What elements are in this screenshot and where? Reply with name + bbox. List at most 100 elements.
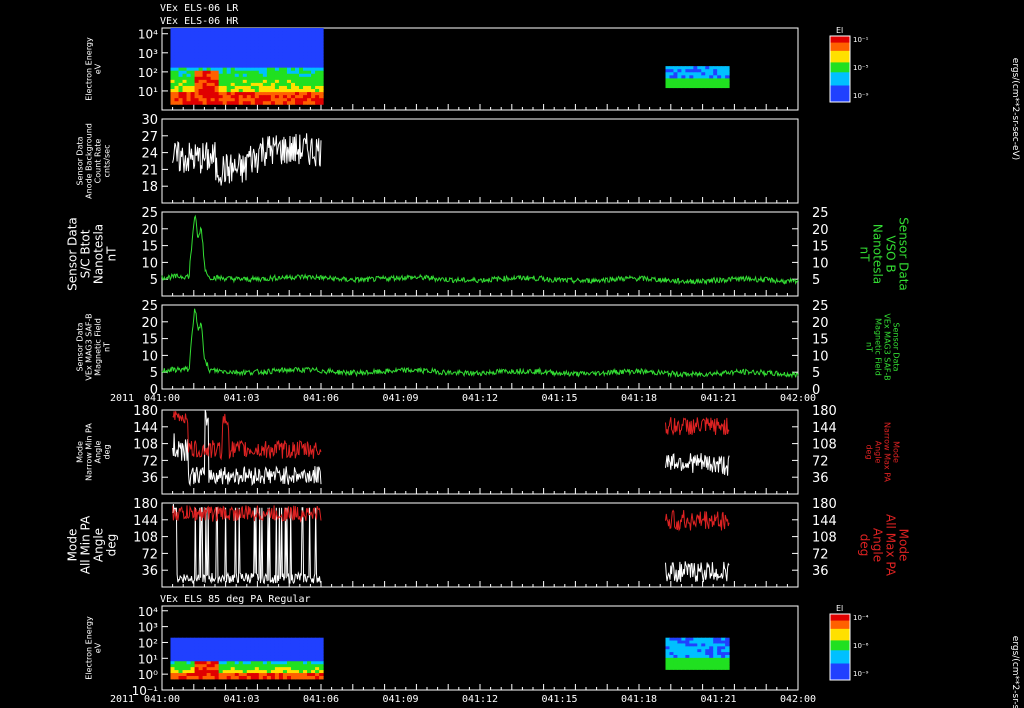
panel1-heat-cell bbox=[234, 43, 240, 47]
panel1-heat-cell bbox=[689, 72, 694, 76]
panel1-heat-cell bbox=[303, 89, 308, 93]
panel7-heat-cell bbox=[721, 666, 726, 670]
panel7-heat-cell bbox=[697, 649, 702, 653]
panel7-heat-cell bbox=[238, 640, 244, 645]
panel1-heat-cell bbox=[286, 43, 292, 47]
panel1-heat-cell bbox=[278, 70, 284, 75]
panel7-heat-cell bbox=[282, 664, 288, 668]
panel7-heat-cell bbox=[174, 670, 180, 674]
panel1-heat-cell bbox=[174, 98, 180, 102]
panel7-heat-cell bbox=[705, 643, 710, 647]
panel1-heat-cell bbox=[174, 49, 180, 53]
panel7-heat-cell bbox=[665, 652, 670, 656]
panel1-heat-cell bbox=[315, 67, 320, 72]
panel7-heat-cell bbox=[717, 652, 722, 656]
panel7-heat-cell bbox=[685, 646, 690, 650]
panel7-heat-cell bbox=[262, 652, 268, 656]
panel7-heat-cell bbox=[311, 640, 316, 645]
panel7-heat-cell bbox=[299, 675, 304, 680]
panel1-heat-cell bbox=[230, 40, 236, 44]
panel1-heat-cell bbox=[226, 61, 232, 66]
panel7-heat-cell bbox=[254, 658, 260, 662]
panel7-heat-cell bbox=[182, 640, 188, 645]
panel1-heat-cell bbox=[299, 98, 304, 102]
panel7-heat-cell bbox=[282, 652, 288, 656]
panel1-heat-cell bbox=[673, 84, 678, 89]
panel6-ytick-label: 144 bbox=[133, 514, 158, 529]
panel1-heat-cell bbox=[299, 101, 304, 105]
panel1-heat-cell bbox=[286, 64, 292, 69]
panel1-heat-cell bbox=[319, 31, 324, 35]
panel7-heat-cell bbox=[258, 664, 264, 668]
panel7-heat-cell bbox=[709, 660, 714, 665]
panel7-heat-cell bbox=[315, 637, 320, 642]
panel7-heat-cell bbox=[230, 664, 236, 668]
panel7-heat-cell bbox=[266, 670, 272, 674]
panel1-heat-cell bbox=[202, 34, 208, 38]
panel1-heat-cell bbox=[202, 89, 208, 93]
panel7-heat-cell bbox=[282, 649, 288, 653]
panel1-heat-cell bbox=[665, 66, 670, 70]
panel7-heat-cell bbox=[174, 646, 180, 650]
panel7-heat-cell bbox=[226, 661, 232, 665]
panel7-heat-cell bbox=[258, 655, 264, 659]
panel7-heat-cell bbox=[254, 670, 260, 674]
panel2-ylabel-line: Anode Background bbox=[85, 123, 94, 199]
panel7-heat-cell bbox=[178, 655, 184, 659]
panel1-heat-cell bbox=[186, 92, 192, 96]
panel1-heat-cell bbox=[258, 31, 264, 35]
panel7-time-label: 041:12 bbox=[462, 694, 498, 705]
panel1-heat-cell bbox=[198, 89, 204, 93]
panel1-heat-cell bbox=[315, 55, 320, 60]
panel1-heat-cell bbox=[198, 49, 204, 53]
panel1-heat-cell bbox=[315, 61, 320, 66]
panel1-heat-cell bbox=[210, 58, 216, 63]
panel1-heat-cell bbox=[319, 98, 324, 102]
panel1-heat-cell bbox=[182, 40, 188, 44]
panel1-heat-cell bbox=[206, 101, 212, 105]
panel1-heat-cell bbox=[198, 79, 204, 84]
panel7-heat-cell bbox=[665, 646, 670, 650]
panel1-heat-cell bbox=[282, 37, 288, 41]
panel1-heat-cell bbox=[250, 70, 256, 75]
panel7-heat-cell bbox=[202, 661, 208, 665]
panel1-heat-cell bbox=[214, 101, 220, 105]
panel7-heat-cell bbox=[226, 652, 232, 656]
panel1-heat-cell bbox=[274, 43, 280, 47]
panel7-heat-cell bbox=[705, 646, 710, 650]
panel1-heat-cell bbox=[693, 69, 698, 73]
panel1-heat-cell bbox=[190, 89, 196, 93]
panel7-heat-cell bbox=[307, 637, 312, 642]
panel1-heat-cell bbox=[234, 76, 240, 81]
panel1-heat-cell bbox=[270, 95, 276, 99]
panel3-ylabel-right-line: Sensor Data bbox=[897, 217, 911, 291]
panel1-heat-cell bbox=[303, 73, 308, 78]
panel7-heat-cell bbox=[685, 649, 690, 653]
panel7-heat-cell bbox=[230, 655, 236, 659]
panel7-heat-cell bbox=[266, 640, 272, 645]
panel1-heat-cell bbox=[206, 76, 212, 81]
panel7-heat-cell bbox=[258, 637, 264, 642]
panel1-heat-cell bbox=[673, 81, 678, 86]
panel7-heat-cell bbox=[315, 643, 320, 648]
panel1-heat-cell bbox=[234, 95, 240, 99]
panel1-heat-cell bbox=[299, 73, 304, 78]
panel7-heat-cell bbox=[713, 654, 718, 659]
panel1-heat-cell bbox=[713, 66, 718, 70]
panel1-heat-cell bbox=[721, 84, 726, 89]
panel7-time-label: 041:18 bbox=[621, 694, 657, 705]
panel1-heat-cell bbox=[186, 82, 192, 87]
panel7-heat-cell bbox=[258, 640, 264, 645]
panel7-heat-cell bbox=[218, 643, 224, 648]
panel1-heat-cell bbox=[278, 67, 284, 72]
panel7-heat-cell bbox=[677, 652, 682, 656]
panel1-heat-cell bbox=[206, 79, 212, 84]
panel1-heat-cell bbox=[303, 85, 308, 90]
panel1-heat-cell bbox=[170, 31, 175, 35]
panel1-heat-cell bbox=[190, 73, 196, 78]
panel1-heat-cell bbox=[246, 82, 252, 87]
panel1-heat-cell bbox=[198, 70, 204, 75]
panel1-heat-cell bbox=[290, 55, 296, 60]
panel7-heat-cell bbox=[246, 637, 252, 642]
panel1-heat-cell bbox=[258, 61, 264, 66]
